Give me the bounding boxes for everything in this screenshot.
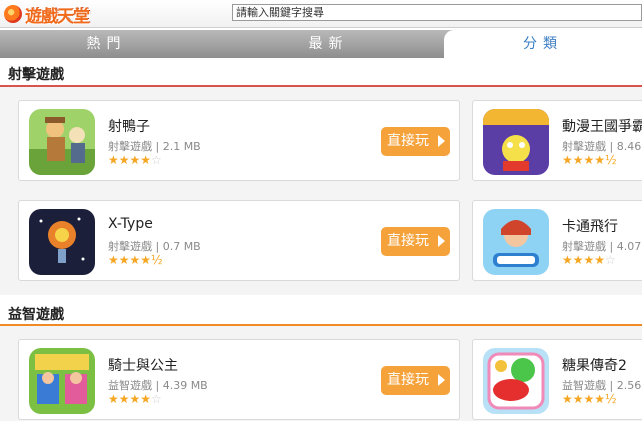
section-title-puzzle: 益智遊戲 bbox=[8, 307, 64, 323]
search-input[interactable]: 請輸入關鍵字搜尋 bbox=[232, 4, 642, 21]
tab-new[interactable]: 最新 bbox=[213, 30, 444, 58]
game-category: 射擊遊戲 bbox=[108, 240, 152, 253]
knight-princess-thumb bbox=[29, 348, 95, 414]
app-root: 遊戲天堂 請輸入關鍵字搜尋 熱門 最新 分類 射擊遊戲 射鴨子 射擊遊戲 | 2… bbox=[0, 0, 642, 421]
game-name: 射鴨子 bbox=[108, 119, 150, 135]
play-button[interactable]: 直接玩 bbox=[381, 227, 450, 256]
cartoon-flight-thumb bbox=[483, 209, 549, 275]
game-meta: 射擊遊戲 | 4.07 M bbox=[562, 238, 642, 254]
duck-hunter-thumb bbox=[29, 109, 95, 175]
play-button[interactable]: 直接玩 bbox=[381, 366, 450, 395]
rating-stars: ★★★★☆ bbox=[108, 392, 162, 406]
tab-bar: 熱門 最新 分類 bbox=[0, 30, 642, 58]
game-card[interactable]: X-Type 射擊遊戲 | 0.7 MB ★★★★½ 直接玩 bbox=[18, 200, 460, 281]
play-button-label: 直接玩 bbox=[387, 133, 429, 149]
game-category: 益智遊戲 bbox=[562, 379, 606, 392]
section-title-shooting: 射擊遊戲 bbox=[8, 67, 64, 83]
meta-separator: | bbox=[609, 140, 617, 153]
game-card[interactable]: 射鴨子 射擊遊戲 | 2.1 MB ★★★★☆ 直接玩 bbox=[18, 100, 460, 181]
game-size: 4.39 MB bbox=[162, 379, 208, 392]
game-card[interactable]: 騎士與公主 益智遊戲 | 4.39 MB ★★★★☆ 直接玩 bbox=[18, 339, 460, 420]
logo-text: 遊戲天堂 bbox=[25, 6, 90, 27]
game-meta: 益智遊戲 | 4.39 MB bbox=[108, 377, 208, 393]
rating-stars: ★★★★½ bbox=[562, 392, 617, 406]
game-size: 2.56 M bbox=[616, 379, 642, 392]
kingdom-thumb bbox=[483, 109, 549, 175]
game-size: 2.1 MB bbox=[162, 140, 201, 153]
game-name: 糖果傳奇2 bbox=[562, 358, 627, 374]
game-name: X-Type bbox=[108, 216, 153, 232]
x-type-thumb bbox=[29, 209, 95, 275]
rating-stars: ★★★★☆ bbox=[562, 253, 616, 267]
logo-swirl-icon bbox=[4, 5, 22, 23]
game-card[interactable]: 卡通飛行 射擊遊戲 | 4.07 M ★★★★☆ bbox=[472, 200, 642, 281]
tab-category[interactable]: 分類 bbox=[444, 30, 642, 58]
game-category: 射擊遊戲 bbox=[108, 140, 152, 153]
play-button-label: 直接玩 bbox=[387, 372, 429, 388]
game-meta: 益智遊戲 | 2.56 M bbox=[562, 377, 642, 393]
rating-stars: ★★★★½ bbox=[108, 253, 163, 267]
rating-stars: ★★★★½ bbox=[562, 153, 617, 167]
game-category: 益智遊戲 bbox=[108, 379, 152, 392]
game-meta: 射擊遊戲 | 0.7 MB bbox=[108, 238, 201, 254]
arrow-right-icon bbox=[438, 374, 445, 386]
top-header: 遊戲天堂 請輸入關鍵字搜尋 bbox=[0, 0, 642, 28]
play-button[interactable]: 直接玩 bbox=[381, 127, 450, 156]
game-size: 0.7 MB bbox=[162, 240, 201, 253]
meta-separator: | bbox=[155, 240, 163, 253]
site-logo[interactable]: 遊戲天堂 bbox=[4, 3, 104, 27]
game-card[interactable]: 動漫王國爭霸 射擊遊戲 | 8.46 M ★★★★½ bbox=[472, 100, 642, 181]
game-size: 8.46 M bbox=[616, 140, 642, 153]
arrow-right-icon bbox=[438, 135, 445, 147]
game-name: 卡通飛行 bbox=[562, 219, 618, 235]
arrow-right-icon bbox=[438, 235, 445, 247]
play-button-label: 直接玩 bbox=[387, 233, 429, 249]
game-category: 射擊遊戲 bbox=[562, 240, 606, 253]
meta-separator: | bbox=[609, 379, 617, 392]
game-name: 騎士與公主 bbox=[108, 358, 178, 374]
candy-thumb bbox=[483, 348, 549, 414]
meta-separator: | bbox=[155, 140, 163, 153]
game-size: 4.07 M bbox=[616, 240, 642, 253]
game-card[interactable]: 糖果傳奇2 益智遊戲 | 2.56 M ★★★★½ bbox=[472, 339, 642, 420]
game-name: 動漫王國爭霸 bbox=[562, 119, 642, 135]
game-meta: 射擊遊戲 | 2.1 MB bbox=[108, 138, 201, 154]
tab-hot[interactable]: 熱門 bbox=[0, 30, 213, 58]
game-category: 射擊遊戲 bbox=[562, 140, 606, 153]
game-meta: 射擊遊戲 | 8.46 M bbox=[562, 138, 642, 154]
rating-stars: ★★★★☆ bbox=[108, 153, 162, 167]
meta-separator: | bbox=[609, 240, 617, 253]
meta-separator: | bbox=[155, 379, 163, 392]
